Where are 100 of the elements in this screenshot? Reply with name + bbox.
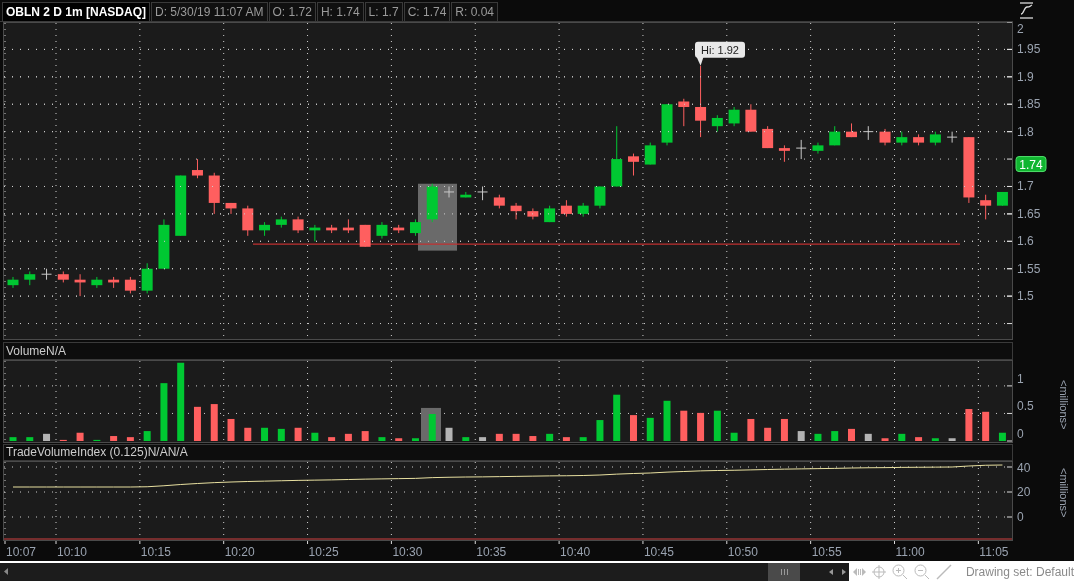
candlestick bbox=[242, 205, 254, 237]
zoom-in-icon[interactable] bbox=[891, 564, 908, 580]
quote-field: D: 5/30/19 11:07 AM bbox=[151, 2, 268, 22]
quote-field: H: 1.74 bbox=[316, 2, 364, 22]
candlestick bbox=[913, 133, 925, 146]
candlestick bbox=[410, 218, 421, 237]
pan-icon[interactable] bbox=[852, 568, 866, 576]
candlestick bbox=[225, 202, 237, 215]
candlestick bbox=[342, 218, 354, 234]
candlestick bbox=[41, 268, 53, 281]
candlestick bbox=[560, 199, 572, 218]
index-label: 0 bbox=[1017, 510, 1024, 524]
candlestick bbox=[879, 128, 891, 146]
candlestick bbox=[376, 221, 388, 240]
candlestick bbox=[124, 276, 136, 294]
crosshair-icon[interactable] bbox=[871, 565, 886, 579]
candlestick bbox=[711, 114, 723, 133]
candlestick bbox=[929, 131, 941, 146]
unit-label: <millions> bbox=[1058, 380, 1070, 430]
candlestick bbox=[208, 172, 220, 215]
scroll-thumb[interactable] bbox=[768, 563, 800, 581]
pane-title: VolumeN/A bbox=[3, 342, 1013, 360]
candlestick bbox=[74, 273, 86, 297]
candlestick bbox=[443, 186, 455, 198]
candlestick bbox=[426, 183, 438, 223]
time-label: 10:40 bbox=[560, 545, 591, 559]
time-label: 11:00 bbox=[895, 545, 925, 559]
volume-label: 0.5 bbox=[1017, 399, 1034, 414]
candlestick bbox=[577, 202, 589, 218]
candlestick bbox=[309, 224, 321, 242]
pane-title: TradeVolumeIndex (0.125)N/AN/A bbox=[3, 444, 1013, 461]
candlestick bbox=[896, 131, 908, 146]
index-label: 40 bbox=[1017, 461, 1031, 475]
candlestick bbox=[996, 191, 1008, 207]
curve-icon[interactable] bbox=[1020, 2, 1033, 19]
drawing-set-label[interactable]: Drawing set: Default bbox=[965, 563, 1074, 581]
candlestick bbox=[141, 262, 153, 294]
candlestick bbox=[57, 270, 69, 283]
candlestick bbox=[460, 191, 472, 198]
candlestick bbox=[795, 139, 807, 160]
time-label: 10:15 bbox=[140, 545, 171, 559]
scroll-bar[interactable] bbox=[0, 563, 849, 581]
candlestick bbox=[611, 125, 623, 187]
candlestick bbox=[778, 144, 790, 163]
candlestick bbox=[292, 216, 304, 234]
candlestick bbox=[393, 224, 405, 234]
time-label: 10:50 bbox=[727, 545, 758, 559]
candlestick bbox=[678, 98, 690, 127]
time-label: 10:25 bbox=[308, 545, 339, 559]
candlestick bbox=[728, 106, 740, 127]
candlestick bbox=[644, 142, 656, 166]
price-label: 1.6 bbox=[1017, 234, 1034, 249]
time-label: 10:30 bbox=[392, 545, 423, 559]
quote-field: C: 1.74 bbox=[403, 2, 451, 22]
candlestick bbox=[359, 224, 371, 248]
candlestick bbox=[108, 276, 120, 289]
left-arrow-icon[interactable] bbox=[4, 568, 8, 575]
quote-field: O: 1.72 bbox=[268, 2, 316, 22]
line-tool-icon[interactable] bbox=[935, 564, 952, 580]
candlestick bbox=[175, 175, 187, 237]
candlestick bbox=[7, 276, 19, 289]
candlestick bbox=[24, 270, 36, 286]
candlestick bbox=[745, 103, 757, 133]
candlestick bbox=[544, 205, 556, 223]
candlestick bbox=[628, 153, 639, 176]
time-label: 11:05 bbox=[979, 545, 1009, 559]
right-arrow-icon[interactable] bbox=[842, 569, 846, 575]
index-label: 20 bbox=[1017, 485, 1031, 499]
time-label: 10:20 bbox=[224, 545, 255, 559]
quote-field: L: 1.7 bbox=[364, 2, 403, 22]
candlestick bbox=[963, 136, 975, 204]
price-label: 1.8 bbox=[1017, 124, 1034, 139]
price-label: 1.9 bbox=[1017, 69, 1034, 84]
zoom-out-icon[interactable] bbox=[913, 564, 930, 580]
price-label: 1.5 bbox=[1017, 289, 1034, 304]
volume-label: 0 bbox=[1017, 427, 1024, 441]
price-label: 1.7 bbox=[1017, 179, 1034, 194]
candlestick bbox=[812, 142, 824, 155]
time-label: 10:55 bbox=[811, 545, 842, 559]
symbol-title[interactable]: OBLN 2 D 1m [NASDAQ] bbox=[2, 2, 150, 22]
candlestick bbox=[527, 207, 539, 220]
price-label: 1.65 bbox=[1017, 206, 1041, 221]
quote-field: R: 0.04 bbox=[451, 2, 499, 22]
time-label: 10:45 bbox=[643, 545, 674, 559]
price-label: 1.95 bbox=[1017, 42, 1041, 57]
time-label: 10:07 bbox=[6, 545, 37, 559]
price-label: 1.85 bbox=[1017, 97, 1041, 112]
price-label: 2 bbox=[1017, 22, 1024, 36]
candlestick bbox=[91, 276, 103, 289]
high-callout: Hi: 1.92 bbox=[695, 41, 745, 66]
candlestick bbox=[661, 103, 673, 146]
candlestick bbox=[946, 131, 958, 144]
candlestick bbox=[326, 224, 338, 234]
left-arrow-icon[interactable] bbox=[829, 569, 833, 575]
candlestick bbox=[829, 125, 841, 146]
unit-label: <millions> bbox=[1058, 468, 1070, 518]
candlestick bbox=[191, 158, 203, 179]
candlestick bbox=[594, 186, 606, 209]
candlestick bbox=[259, 221, 271, 237]
candlestick bbox=[275, 216, 287, 229]
